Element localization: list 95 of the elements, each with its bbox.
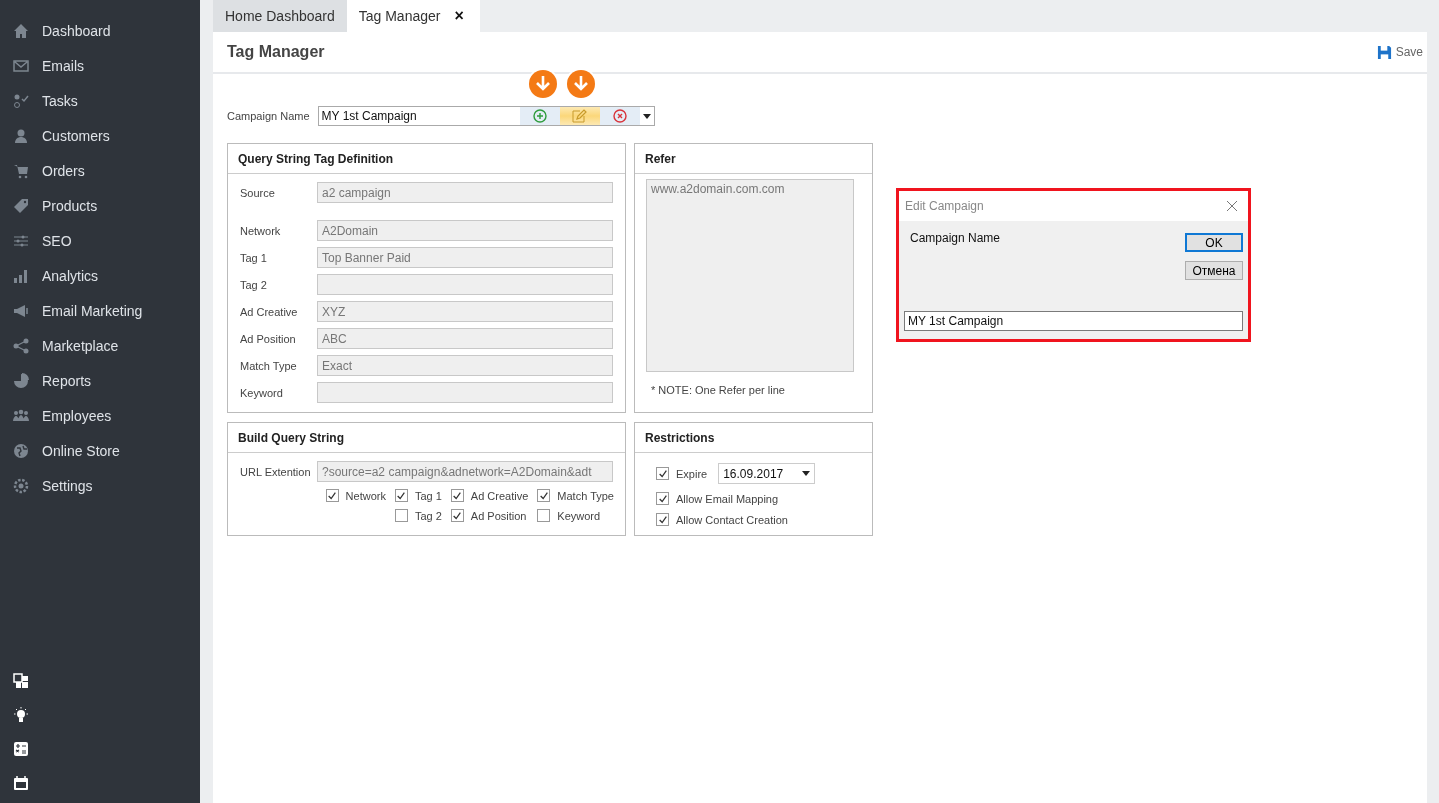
campaign-name-label: Campaign Name — [227, 110, 310, 122]
close-tab-button[interactable]: × — [454, 7, 464, 25]
person-icon — [13, 127, 29, 144]
checkbox-label: Keyword — [557, 509, 601, 522]
delete-button[interactable] — [599, 107, 640, 125]
sidebar-item[interactable]: Dashboard — [0, 13, 117, 48]
panel-title: Restrictions — [645, 430, 715, 445]
date-picker[interactable]: 16.09.2017 — [718, 463, 816, 484]
field-label: Match Type — [240, 359, 298, 372]
ok-button[interactable]: OK — [1185, 233, 1243, 252]
checkbox[interactable] — [656, 513, 669, 526]
calendar-icon[interactable] — [13, 775, 29, 791]
panel-title: Refer — [645, 151, 676, 166]
close-icon — [612, 109, 627, 123]
pencil-icon — [571, 109, 588, 123]
save-button[interactable]: Save — [1376, 44, 1427, 60]
panel-title: Query String Tag Definition — [238, 151, 394, 166]
people-icon — [13, 407, 29, 424]
sidebar-item[interactable]: Marketplace — [0, 328, 125, 363]
checkbox[interactable] — [394, 509, 408, 522]
sidebar-item[interactable]: Email Marketing — [0, 293, 149, 328]
checkbox-label: Tag 1 — [414, 489, 442, 502]
checkbox[interactable] — [537, 509, 551, 522]
sidebar-item[interactable]: SEO — [0, 223, 78, 258]
field-label: Tag 2 — [240, 278, 268, 291]
input-field[interactable]: ?source=a2 campaign&adnetwork=A2Domain&adt — [317, 461, 613, 482]
checkbox-label: Allow Email Mapping — [676, 492, 779, 505]
envelope-icon — [13, 57, 29, 74]
checkbox-label: Tag 2 — [414, 509, 442, 522]
share-icon — [13, 337, 29, 354]
dropdown-arrow-icon[interactable] — [642, 113, 651, 119]
pie-chart-icon — [13, 372, 29, 389]
input-field[interactable]: Top Banner Paid — [317, 247, 613, 268]
home-icon — [13, 22, 29, 39]
sidebar-item[interactable]: Online Store — [0, 433, 126, 468]
field-label: Network — [240, 224, 282, 237]
page-title: Tag Manager — [227, 43, 325, 61]
checkbox-label: Ad Position — [470, 509, 527, 522]
sidebar-item[interactable]: Reports — [0, 363, 98, 398]
input-field[interactable]: ABC — [317, 328, 613, 349]
checkbox[interactable] — [656, 492, 669, 505]
add-button[interactable] — [519, 107, 560, 125]
checkbox-label: Allow Contact Creation — [676, 513, 788, 526]
sidebar-item[interactable]: Emails — [0, 48, 90, 83]
lightbulb-icon[interactable] — [13, 707, 29, 723]
input-field[interactable]: MY 1st Campaign — [904, 311, 1243, 331]
field-label: URL Extention — [240, 465, 312, 478]
field-label: Source — [240, 186, 276, 199]
field-label: Ad Creative — [240, 305, 299, 318]
sidebar-item[interactable]: Settings — [0, 468, 99, 503]
input-field[interactable]: a2 campaign — [317, 182, 613, 203]
sidebar-item[interactable]: Orders — [0, 153, 91, 188]
dialog-title: Edit Campaign — [905, 199, 984, 213]
dropdown-arrow-icon[interactable] — [802, 471, 811, 476]
checkbox-label: Match Type — [557, 489, 614, 502]
checkbox[interactable] — [394, 489, 408, 502]
input-field[interactable] — [317, 382, 613, 403]
plus-icon — [532, 109, 547, 123]
cancel-button[interactable]: Отмена — [1185, 261, 1243, 280]
calculator-icon[interactable] — [13, 741, 29, 757]
tag-icon — [13, 197, 29, 214]
checkbox[interactable] — [325, 489, 339, 502]
field-label: Keyword — [240, 386, 284, 399]
sidebar-item[interactable]: Customers — [0, 118, 116, 153]
tab[interactable]: Tag Manager × — [346, 0, 480, 32]
bar-chart-icon — [13, 267, 29, 284]
field-label: Ad Position — [240, 332, 297, 345]
checkbox[interactable] — [450, 489, 464, 502]
field-label: Campaign Name — [910, 231, 1001, 245]
gear-icon — [13, 477, 29, 494]
close-icon[interactable] — [1226, 200, 1238, 212]
panel-title: Build Query String — [238, 430, 344, 445]
checkbox-label: Expire — [676, 467, 708, 480]
tab[interactable]: Home Dashboard — [213, 0, 347, 32]
checkbox[interactable] — [450, 509, 464, 522]
input-field[interactable]: XYZ — [317, 301, 613, 322]
globe-icon — [13, 442, 29, 459]
task-icon — [13, 92, 29, 109]
cart-icon — [13, 162, 29, 179]
sidebar-item[interactable]: Tasks — [0, 83, 84, 118]
sidebar-item[interactable]: Analytics — [0, 258, 105, 293]
input-field[interactable] — [317, 274, 613, 295]
input-field[interactable]: A2Domain — [317, 220, 613, 241]
field-label: Tag 1 — [240, 251, 268, 264]
refer-text-area[interactable]: www.a2domain.com.com — [646, 179, 854, 372]
checkbox-label: Ad Creative — [470, 489, 529, 502]
note-text: * NOTE: One Refer per line — [650, 384, 785, 396]
checkbox[interactable] — [656, 467, 669, 480]
megaphone-icon — [13, 302, 29, 319]
windows-icon[interactable] — [13, 673, 29, 689]
sidebar-item[interactable]: Employees — [0, 398, 118, 433]
input-field[interactable]: Exact — [317, 355, 613, 376]
sidebar-item[interactable]: Products — [0, 188, 104, 223]
checkbox-label: Network — [345, 489, 386, 502]
checkbox[interactable] — [537, 489, 551, 502]
